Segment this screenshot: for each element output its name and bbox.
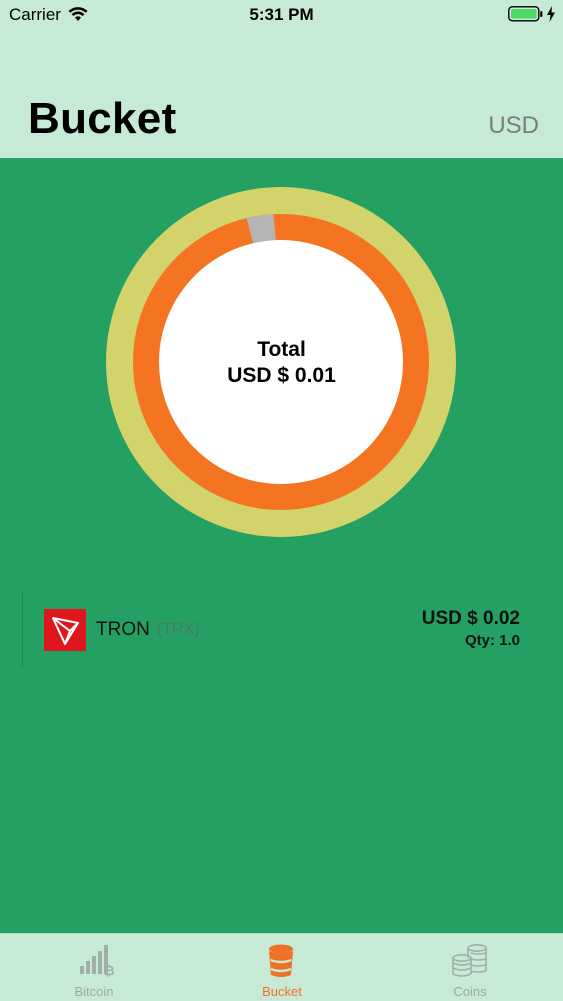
tab-coins[interactable]: Coins	[376, 934, 563, 1001]
coin-qty: Qty: 1.0	[464, 632, 520, 649]
status-time: 5:31 PM	[249, 5, 314, 24]
main-content: Total USD $ 0.01 TRON (TRX) USD $ 0.02 Q…	[0, 158, 563, 933]
tab-bitcoin[interactable]: ₿ Bitcoin	[0, 934, 188, 1001]
coins-stack-icon	[452, 943, 487, 977]
header: Bucket USD	[0, 30, 563, 158]
donut-center	[159, 240, 403, 484]
tron-logo-icon	[44, 609, 86, 651]
tab-bucket[interactable]: Bucket	[188, 934, 376, 1001]
charging-icon	[547, 6, 555, 22]
total-value: USD $ 0.01	[227, 364, 336, 387]
svg-text:₿: ₿	[104, 963, 115, 978]
bucket-icon	[269, 944, 293, 977]
currency-button[interactable]: USD	[488, 112, 539, 140]
battery-icon	[508, 6, 543, 22]
coin-value: USD $ 0.02	[421, 608, 520, 629]
coin-row-tron[interactable]: TRON (TRX) USD $ 0.02 Qty: 1.0	[22, 591, 563, 667]
tab-label: Bucket	[262, 984, 302, 999]
portfolio-donut-chart	[106, 187, 456, 537]
bitcoin-chart-icon: ₿	[80, 945, 115, 978]
coin-symbol: (TRX)	[157, 621, 200, 638]
tab-label: Bitcoin	[74, 984, 114, 999]
tab-label: Coins	[453, 984, 487, 999]
page-title: Bucket	[28, 94, 177, 143]
total-label: Total	[257, 338, 306, 361]
coin-name: TRON	[96, 619, 150, 640]
status-bar: Carrier 5:31 PM	[0, 0, 563, 30]
tab-bar: ₿ Bitcoin Bucket Coins	[0, 933, 563, 1001]
